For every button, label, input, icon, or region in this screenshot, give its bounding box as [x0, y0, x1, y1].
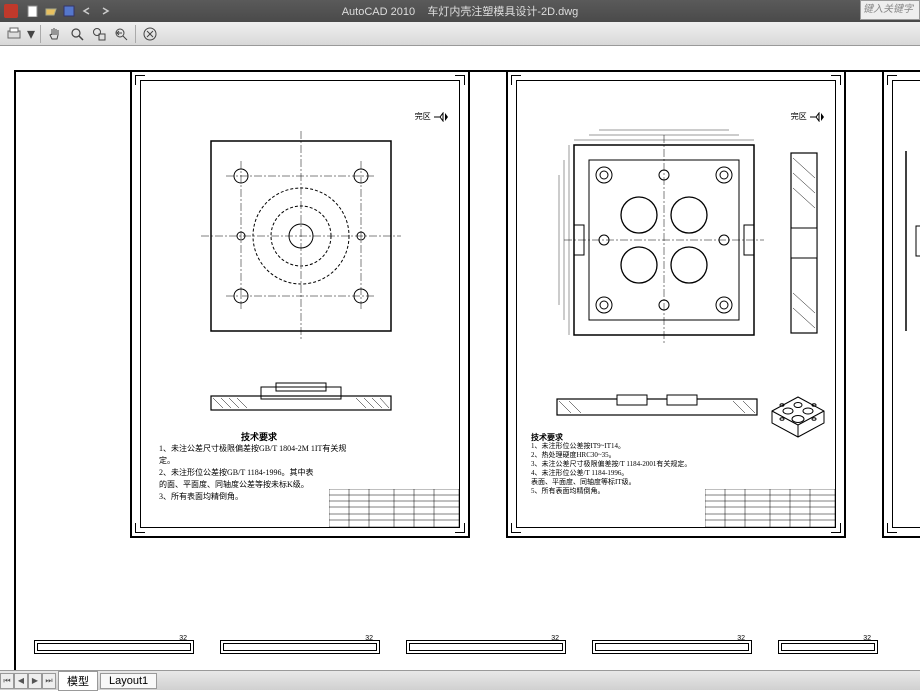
- thumb-2: 32: [220, 640, 380, 654]
- layout-tab-nav: ⏮ ◀ ▶ ⏭ 模型 Layout1: [0, 671, 157, 690]
- plan-view-1: [191, 131, 411, 351]
- magnify-icon: [70, 27, 84, 41]
- app-icon[interactable]: [4, 4, 18, 18]
- magnify-window-icon: [92, 27, 106, 41]
- title-bar: AutoCAD 2010 车灯内壳注塑模具设计-2D.dwg 键入关键字: [0, 0, 920, 22]
- plan-view-2: [539, 125, 779, 355]
- section-view-2: [547, 389, 767, 421]
- drawing-canvas[interactable]: 完区: [0, 46, 920, 670]
- window-title: AutoCAD 2010 车灯内壳注塑模具设计-2D.dwg: [342, 3, 579, 19]
- technical-notes-2: 技术要求 1、未注形位公差按IT9~IT14。 2、热处理硬度HRC30~35。…: [531, 433, 731, 496]
- magnify-back-icon: [114, 27, 128, 41]
- tab-prev-button[interactable]: ◀: [14, 673, 28, 689]
- tab-model[interactable]: 模型: [58, 671, 98, 691]
- orientation-marker: 完区: [415, 111, 449, 122]
- close-icon: [143, 27, 157, 41]
- zoom-window-button[interactable]: [89, 24, 109, 44]
- toolbar: ▾: [0, 22, 920, 46]
- zoom-button[interactable]: [67, 24, 87, 44]
- app-name: AutoCAD 2010: [342, 6, 415, 18]
- print-button[interactable]: [4, 24, 24, 44]
- tab-first-button[interactable]: ⏮: [0, 673, 14, 689]
- qat-new[interactable]: [25, 3, 41, 19]
- side-view-2: [785, 143, 825, 343]
- separator: [135, 25, 136, 43]
- printer-icon: [6, 27, 22, 41]
- drawing-sheet-2: 完区: [506, 70, 846, 538]
- canvas-left-edge: [14, 70, 16, 670]
- qat-save[interactable]: [61, 3, 77, 19]
- close-preview-button[interactable]: [140, 24, 160, 44]
- tab-last-button[interactable]: ⏭: [42, 673, 56, 689]
- search-input[interactable]: 键入关键字: [860, 0, 920, 20]
- thumb-1: 32: [34, 640, 194, 654]
- thumb-3: 32: [406, 640, 566, 654]
- status-bar: ⏮ ◀ ▶ ⏭ 模型 Layout1: [0, 670, 920, 690]
- plan-view-3-partial: [901, 141, 920, 341]
- qat-redo[interactable]: [97, 3, 113, 19]
- pan-button[interactable]: [45, 24, 65, 44]
- zoom-prev-button[interactable]: [111, 24, 131, 44]
- title-block-1: [329, 489, 459, 527]
- thumb-4: 32: [592, 640, 752, 654]
- drawing-sheet-3: [882, 70, 920, 538]
- tab-next-button[interactable]: ▶: [28, 673, 42, 689]
- orientation-marker: 完区: [791, 111, 825, 122]
- print-dropdown[interactable]: ▾: [26, 24, 36, 44]
- tab-layout1[interactable]: Layout1: [100, 673, 157, 689]
- drawing-sheet-1: 完区: [130, 70, 470, 538]
- qat-undo[interactable]: [79, 3, 95, 19]
- title-block-2: [705, 489, 835, 527]
- isometric-view: [762, 371, 834, 443]
- qat-open[interactable]: [43, 3, 59, 19]
- file-name: 车灯内壳注塑模具设计-2D.dwg: [427, 6, 578, 18]
- sheet-thumbnails: 32 32 32 32 32: [34, 640, 920, 662]
- hand-icon: [48, 27, 62, 41]
- section-view-1: [191, 381, 411, 421]
- separator: [40, 25, 41, 43]
- thumb-5: 32: [778, 640, 878, 654]
